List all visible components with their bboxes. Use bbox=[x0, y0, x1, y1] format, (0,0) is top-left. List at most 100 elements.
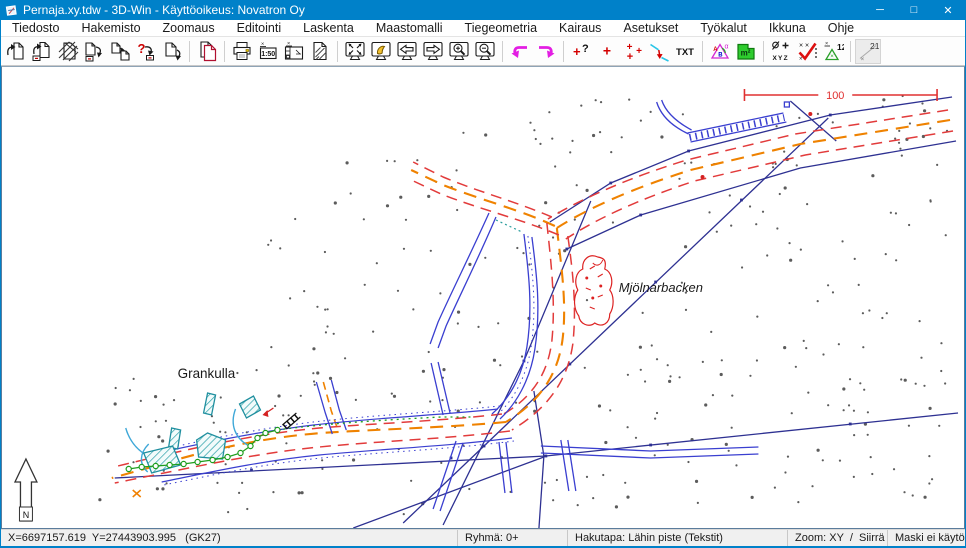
zoom-previous-icon bbox=[370, 40, 392, 62]
maximize-button[interactable]: □ bbox=[897, 0, 931, 20]
rock-contour bbox=[575, 256, 614, 325]
add-point-query-button[interactable]: +? bbox=[568, 39, 594, 64]
menu-tiegeometria[interactable]: Tiegeometria bbox=[454, 20, 549, 37]
toolbar-separator bbox=[702, 41, 703, 62]
undo-button[interactable] bbox=[507, 39, 533, 64]
zoom-extents-button[interactable] bbox=[342, 39, 368, 64]
save-file-icon bbox=[83, 40, 105, 62]
toolbar-separator bbox=[850, 41, 851, 62]
title-bar: Pernaja.xy.tdw - 3D-Win - Käyttöoikeus: … bbox=[1, 0, 965, 20]
area-calc-icon: m² bbox=[735, 40, 757, 62]
menu-hakemisto[interactable]: Hakemisto bbox=[70, 20, 151, 37]
line-vertex-markers bbox=[250, 114, 852, 472]
toolbar: ? ×1:50 × +? + +++ TXT ABα m² XYZ × ×× ×… bbox=[1, 37, 965, 66]
minimize-button[interactable]: ─ bbox=[863, 0, 897, 20]
scale-bar-label: 100 bbox=[826, 90, 844, 102]
add-point-icon: + bbox=[596, 40, 618, 62]
triangle-model-button[interactable]: ××12 bbox=[820, 39, 846, 64]
menu-asetukset[interactable]: Asetukset bbox=[612, 20, 689, 37]
map-view: Grankulla Mjölnarbacken 100 N bbox=[1, 66, 965, 529]
svg-text:m²: m² bbox=[741, 49, 751, 58]
menu-maastomalli[interactable]: Maastomalli bbox=[365, 20, 454, 37]
pan-left-button[interactable] bbox=[394, 39, 420, 64]
north-label: N bbox=[23, 510, 29, 520]
snap-line-button[interactable] bbox=[646, 39, 672, 64]
north-arrow: N bbox=[15, 459, 37, 521]
save-query-button[interactable]: ? bbox=[133, 39, 159, 64]
snap-line-icon bbox=[648, 40, 670, 62]
save-as-button[interactable] bbox=[107, 39, 133, 64]
menu-zoomaus[interactable]: Zoomaus bbox=[152, 20, 226, 37]
coordinate-points-icon: XYZ bbox=[770, 40, 792, 62]
pan-right-button[interactable] bbox=[420, 39, 446, 64]
svg-text:12: 12 bbox=[837, 42, 844, 52]
zoom-out-icon bbox=[474, 40, 496, 62]
redo-button[interactable] bbox=[533, 39, 559, 64]
plot-layout-icon: × bbox=[283, 40, 305, 62]
svg-text:XYZ: XYZ bbox=[773, 55, 789, 62]
open-merge-button[interactable] bbox=[55, 39, 81, 64]
add-point-button[interactable]: + bbox=[594, 39, 620, 64]
road-centerlines bbox=[112, 120, 950, 478]
boundary-lines bbox=[115, 97, 958, 528]
menu-tiedosto[interactable]: Tiedosto bbox=[1, 20, 70, 37]
save-file-button[interactable] bbox=[81, 39, 107, 64]
redo-icon bbox=[535, 40, 557, 62]
check-points-button[interactable]: × ×× bbox=[794, 39, 820, 64]
menu-ikkuna[interactable]: Ikkuna bbox=[758, 20, 817, 37]
menu-tyokalut[interactable]: Työkalut bbox=[689, 20, 758, 37]
svg-text:+: + bbox=[636, 46, 642, 57]
menu-editointi[interactable]: Editointi bbox=[226, 20, 292, 37]
area-calc-button[interactable]: m² bbox=[733, 39, 759, 64]
svg-text:+: + bbox=[603, 43, 611, 59]
plot-scale-button[interactable]: ×1:50 bbox=[255, 39, 281, 64]
pan-left-icon bbox=[396, 40, 418, 62]
copy-document-button[interactable] bbox=[194, 39, 220, 64]
text-tool-button[interactable]: TXT bbox=[672, 39, 698, 64]
zoom-previous-button[interactable] bbox=[368, 39, 394, 64]
save-as-icon bbox=[109, 40, 131, 62]
open-into-button[interactable] bbox=[29, 39, 55, 64]
menu-kairaus[interactable]: Kairaus bbox=[548, 20, 612, 37]
pan-right-icon bbox=[422, 40, 444, 62]
open-into-icon bbox=[31, 40, 53, 62]
orange-cross-marker bbox=[133, 490, 141, 497]
copy-document-icon bbox=[196, 40, 218, 62]
menu-laskenta[interactable]: Laskenta bbox=[292, 20, 365, 37]
point-numbering-button[interactable]: ×21 bbox=[855, 39, 881, 64]
print-button[interactable] bbox=[229, 39, 255, 64]
coordinate-points-button[interactable]: XYZ bbox=[768, 39, 794, 64]
text-tool-icon: TXT bbox=[674, 40, 696, 62]
print-icon bbox=[231, 40, 253, 62]
ditch-lines bbox=[154, 100, 790, 511]
zoom-in-button[interactable] bbox=[446, 39, 472, 64]
triangle-calc-icon: ABα bbox=[709, 40, 731, 62]
plot-layout-button[interactable]: × bbox=[281, 39, 307, 64]
export-file-button[interactable] bbox=[159, 39, 185, 64]
menu-ohje[interactable]: Ohje bbox=[817, 20, 865, 37]
save-query-icon: ? bbox=[135, 40, 157, 62]
export-file-icon bbox=[161, 40, 183, 62]
plot-hatch-icon bbox=[309, 40, 331, 62]
check-points-icon: × ×× bbox=[796, 40, 818, 62]
label-mjolnarbacken: Mjölnarbacken bbox=[619, 280, 703, 295]
status-mask: Maski ei käytössä bbox=[887, 530, 965, 546]
map-canvas[interactable]: Grankulla Mjölnarbacken 100 N bbox=[2, 67, 964, 528]
toolbar-separator bbox=[763, 41, 764, 62]
add-points-button[interactable]: +++ bbox=[620, 39, 646, 64]
svg-text:?: ? bbox=[138, 41, 146, 56]
svg-text:×: × bbox=[861, 56, 865, 62]
survey-point-dots bbox=[98, 95, 948, 515]
close-button[interactable]: ✕ bbox=[931, 0, 965, 20]
open-file-button[interactable] bbox=[3, 39, 29, 64]
triangle-calc-button[interactable]: ABα bbox=[707, 39, 733, 64]
zoom-out-button[interactable] bbox=[472, 39, 498, 64]
label-grankulla: Grankulla bbox=[178, 366, 236, 381]
plot-scale-icon: ×1:50 bbox=[257, 40, 279, 62]
toolbar-separator bbox=[563, 41, 564, 62]
scale-bar: 100 bbox=[744, 89, 937, 102]
add-points-icon: +++ bbox=[622, 40, 644, 62]
zoom-extents-icon bbox=[344, 40, 366, 62]
status-search-mode: Hakutapa: Lähin piste (Tekstit) bbox=[567, 530, 787, 546]
plot-hatch-button[interactable] bbox=[307, 39, 333, 64]
